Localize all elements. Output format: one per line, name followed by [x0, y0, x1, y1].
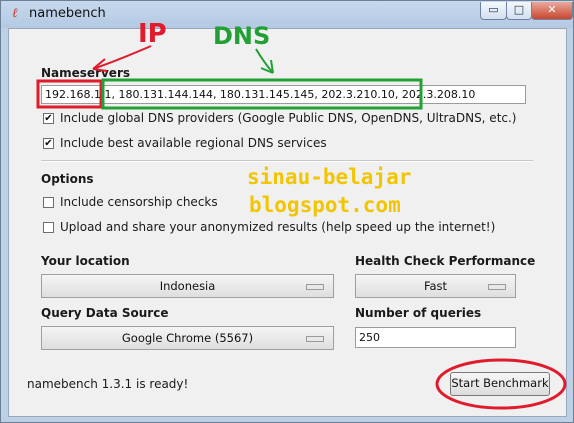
watermark-line1: sinau-belajar: [247, 165, 412, 189]
ip-annotation-label: IP: [138, 19, 167, 49]
ip-arrow: [92, 45, 152, 70]
start-button-highlight-ellipse: [435, 358, 567, 410]
ip-highlight-box: [36, 79, 103, 109]
watermark-line2: blogspot.com: [249, 193, 401, 217]
namebench-window: ℓ namebench ▭ □ ✕ Nameservers 192.168.1.…: [0, 0, 574, 423]
dns-highlight-box: [101, 78, 423, 110]
dns-annotation-label: DNS: [213, 22, 271, 50]
